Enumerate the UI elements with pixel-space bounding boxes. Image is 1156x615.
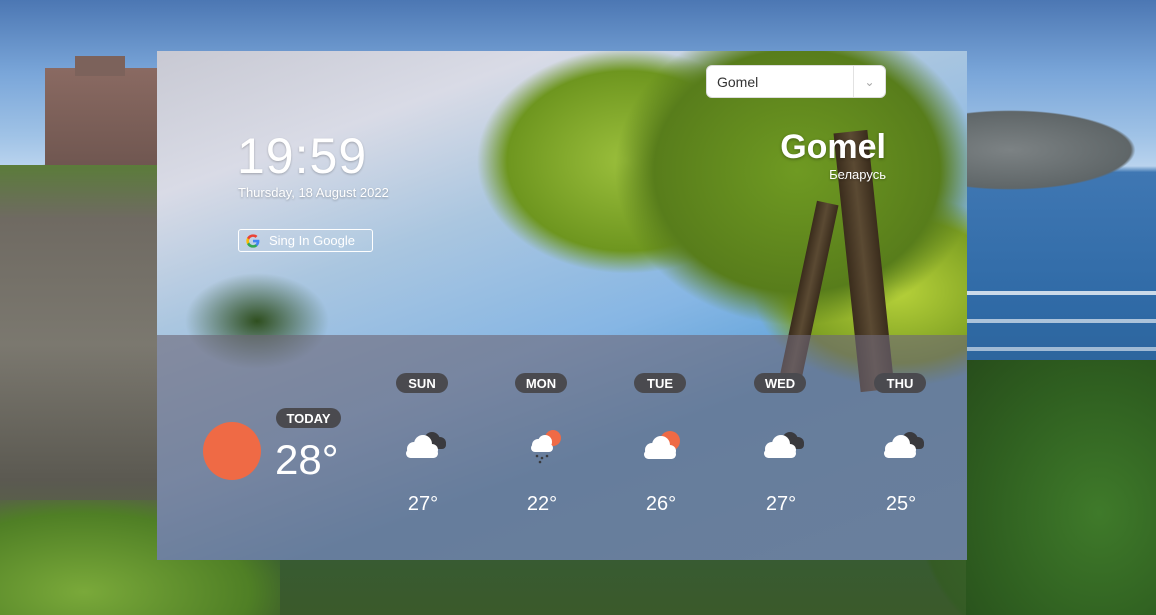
background-vegetation — [966, 360, 1156, 615]
chevron-down-icon[interactable]: ⌄ — [853, 66, 885, 97]
day-badge: MON — [515, 373, 567, 393]
background-castle — [45, 56, 157, 168]
day-badge: SUN — [396, 373, 448, 393]
forecast-day: WED 27° — [742, 373, 822, 553]
city-select[interactable]: Gomel ⌄ — [706, 65, 886, 98]
today-temperature: 28° — [275, 436, 339, 483]
forecast-day: THU 25° — [862, 373, 942, 553]
clock-time: 19:59 — [237, 128, 368, 184]
today-badge: TODAY — [276, 408, 341, 428]
cloudy-icon — [764, 432, 804, 458]
day-temperature: 27° — [765, 493, 797, 515]
forecast-day: SUN 27° — [384, 373, 464, 553]
google-sign-in-label: Sing In Google — [269, 233, 356, 248]
current-date: Thursday, 18 August 2022 — [238, 185, 389, 200]
city-select-value: Gomel — [717, 73, 759, 90]
google-icon — [246, 233, 260, 248]
background-waves — [966, 285, 1156, 365]
sun-icon — [203, 422, 261, 480]
cloudy-icon — [884, 432, 924, 458]
day-temperature: 25° — [885, 493, 917, 515]
google-sign-in-button[interactable]: Sing In Google — [238, 229, 373, 252]
weather-widget: 19:59 Thursday, 18 August 2022 Sing In G… — [157, 51, 967, 560]
day-temperature: 27° — [407, 493, 439, 515]
day-badge: TUE — [634, 373, 686, 393]
country-name: Беларусь — [829, 167, 886, 182]
day-temperature: 22° — [526, 493, 558, 515]
cloudy-icon — [406, 432, 446, 458]
rain-sun-icon — [531, 430, 561, 464]
forecast-panel: TODAY 28° SUN 27° MON 22° TUE 26° WED 27… — [157, 335, 967, 560]
city-title: Gomel — [780, 128, 886, 166]
day-badge: THU — [874, 373, 926, 393]
partly-sunny-icon — [644, 431, 680, 459]
forecast-day: MON 22° — [503, 373, 583, 553]
widget-header: 19:59 Thursday, 18 August 2022 Sing In G… — [157, 51, 967, 335]
day-temperature: 26° — [645, 493, 677, 515]
forecast-day: TUE 26° — [622, 373, 702, 553]
day-badge: WED — [754, 373, 806, 393]
